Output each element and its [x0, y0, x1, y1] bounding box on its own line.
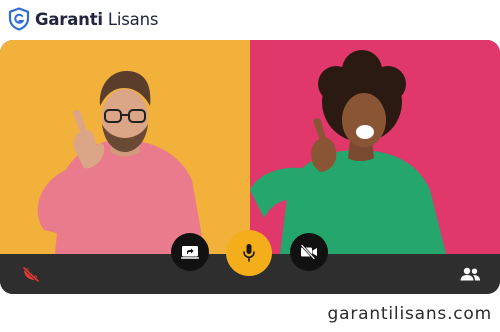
participants-button[interactable]	[458, 265, 482, 283]
shield-logo-icon	[8, 7, 30, 31]
brand-name-light: Lisans	[107, 9, 159, 29]
microphone-icon	[243, 244, 255, 262]
camera-toggle-button[interactable]	[290, 233, 328, 271]
brand-name-bold: Garanti	[35, 9, 103, 29]
participant-video-right	[250, 50, 446, 254]
end-call-button[interactable]	[20, 265, 42, 283]
participant-tile-right[interactable]	[250, 40, 500, 254]
participant-video-left	[37, 70, 205, 254]
people-icon	[460, 267, 480, 281]
screen-share-button[interactable]	[171, 233, 209, 271]
microphone-button[interactable]	[226, 230, 272, 276]
site-url[interactable]: garantilisans.com	[328, 304, 492, 324]
participant-tile-left[interactable]	[0, 40, 250, 254]
video-off-icon	[301, 245, 317, 259]
brand-name: Garanti Lisans	[35, 10, 158, 29]
brand-logo-lockup[interactable]: Garanti Lisans	[8, 6, 158, 32]
call-end-icon	[22, 266, 40, 283]
screen-share-icon	[181, 246, 199, 259]
